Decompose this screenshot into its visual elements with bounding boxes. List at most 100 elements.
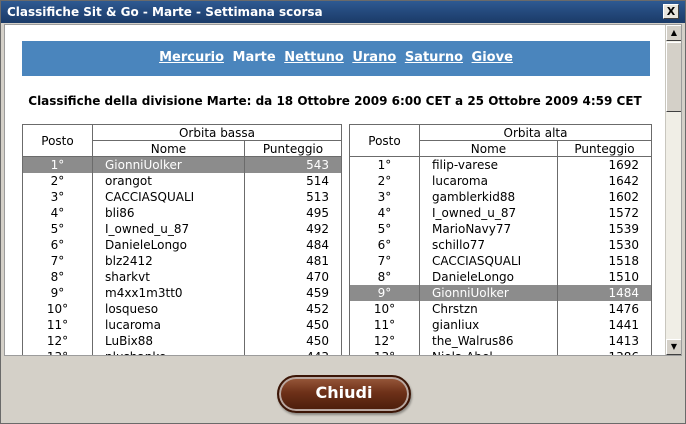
score-cell: 1510 [557,268,652,285]
right-punteggio-header: Punteggio [557,140,652,157]
player-name-cell: DanieleLongo [92,236,245,253]
table-row: 1° GionniUolker 543 [22,156,342,173]
player-name-cell: CACCIASQUALI [419,252,558,269]
rank-cell: 7° [349,252,420,269]
table-row: 11° gianliux 1441 [349,316,652,333]
planet-link-mercurio[interactable]: Mercurio [159,50,224,65]
score-cell: 1692 [557,156,652,173]
table-row: 12° the_Walrus86 1413 [349,332,652,349]
planet-links: Mercurio Marte Nettuno Urano Saturno Gio… [22,50,650,65]
window-close-button[interactable]: X [663,4,679,19]
rank-cell: 10° [349,300,420,317]
left-posto-header: Posto [22,124,93,157]
rank-cell: 1° [22,156,93,173]
rank-cell: 3° [349,188,420,205]
table-row: 7° blz2412 481 [22,252,342,269]
chiudi-button[interactable]: Chiudi [277,375,411,413]
score-cell: 514 [244,172,342,189]
rank-cell: 2° [349,172,420,189]
table-row: 13°Niola Abel1386 [349,348,652,355]
table-row: 6° schillo77 1530 [349,236,652,253]
score-cell: 1602 [557,188,652,205]
table-row: 9° m4xx1m3tt0 459 [22,284,342,301]
left-nome-header: Nome [92,140,245,157]
player-name-cell: filip-varese [419,156,558,173]
score-cell: 492 [244,220,342,237]
title-bar: Classifiche Sit & Go - Marte - Settimana… [1,1,685,23]
player-name-cell: bli86 [92,204,245,221]
score-cell: 481 [244,252,342,269]
player-name-cell: LuBix88 [92,332,245,349]
score-cell: 1530 [557,236,652,253]
player-name-cell: the_Walrus86 [419,332,558,349]
table-row: 5° MarioNavy77 1539 [349,220,652,237]
table-row: 13°plushanke443 [22,348,342,355]
rank-cell: 13° [349,348,420,355]
table-row: 7° CACCIASQUALI 1518 [349,252,652,269]
rank-cell: 12° [22,332,93,349]
rank-cell: 3° [22,188,93,205]
rank-cell: 11° [349,316,420,333]
planet-link-giove[interactable]: Giove [472,50,513,65]
score-cell: 450 [244,332,342,349]
vertical-scrollbar[interactable]: ▲ ▼ [665,25,681,355]
rank-cell: 4° [22,204,93,221]
up-arrow-icon[interactable]: ▲ [666,25,681,41]
player-name-cell: lucaroma [92,316,245,333]
table-row: 8° sharkvt 470 [22,268,342,285]
table-row: 10° losqueso 452 [22,300,342,317]
player-name-cell: I_owned_u_87 [419,204,558,221]
player-name-cell: gianliux [419,316,558,333]
score-cell: 1484 [557,284,652,301]
rank-cell: 12° [349,332,420,349]
table-row: 11° lucaroma 450 [22,316,342,333]
rank-cell: 5° [22,220,93,237]
player-name-cell: sharkvt [92,268,245,285]
table-row: 1° filip-varese 1692 [349,156,652,173]
left-punteggio-header: Punteggio [244,140,342,157]
rank-cell: 4° [349,204,420,221]
rank-cell: 7° [22,252,93,269]
score-cell: 484 [244,236,342,253]
table-row: 4° I_owned_u_87 1572 [349,204,652,221]
rank-cell: 13° [22,348,93,355]
left-group-header: Orbita bassa [92,124,342,141]
planet-link-marte: Marte [232,50,276,65]
player-name-cell: Niola Abel [419,348,558,355]
score-cell: 1518 [557,252,652,269]
rank-cell: 1° [349,156,420,173]
table-row: 5° I_owned_u_87 492 [22,220,342,237]
planet-link-nettuno[interactable]: Nettuno [284,50,344,65]
rank-cell: 2° [22,172,93,189]
player-name-cell: lucaroma [419,172,558,189]
player-name-cell: Chrstzn [419,300,558,317]
rank-cell: 11° [22,316,93,333]
table-row: 9° GionniUolker 1484 [349,284,652,301]
down-arrow-icon[interactable]: ▼ [666,339,681,355]
player-name-cell: DanieleLongo [419,268,558,285]
score-cell: 495 [244,204,342,221]
score-cell: 1642 [557,172,652,189]
rank-cell: 9° [22,284,93,301]
rank-cell: 8° [22,268,93,285]
table-row: 10° Chrstzn 1476 [349,300,652,317]
score-cell: 1413 [557,332,652,349]
content-panel: Mercurio Marte Nettuno Urano Saturno Gio… [4,24,682,356]
score-cell: 459 [244,284,342,301]
player-name-cell: losqueso [92,300,245,317]
planet-link-saturno[interactable]: Saturno [405,50,463,65]
table-row: 2° lucaroma 1642 [349,172,652,189]
table-row: 12° LuBix88 450 [22,332,342,349]
score-cell: 452 [244,300,342,317]
scrollbar-thumb[interactable] [666,42,681,112]
planet-link-urano[interactable]: Urano [352,50,396,65]
table-row: 6° DanieleLongo 484 [22,236,342,253]
rank-cell: 6° [22,236,93,253]
rank-cell: 10° [22,300,93,317]
player-name-cell: GionniUolker [419,284,558,301]
player-name-cell: blz2412 [92,252,245,269]
score-cell: 543 [244,156,342,173]
score-cell: 513 [244,188,342,205]
right-posto-header: Posto [349,124,420,157]
rank-cell: 5° [349,220,420,237]
